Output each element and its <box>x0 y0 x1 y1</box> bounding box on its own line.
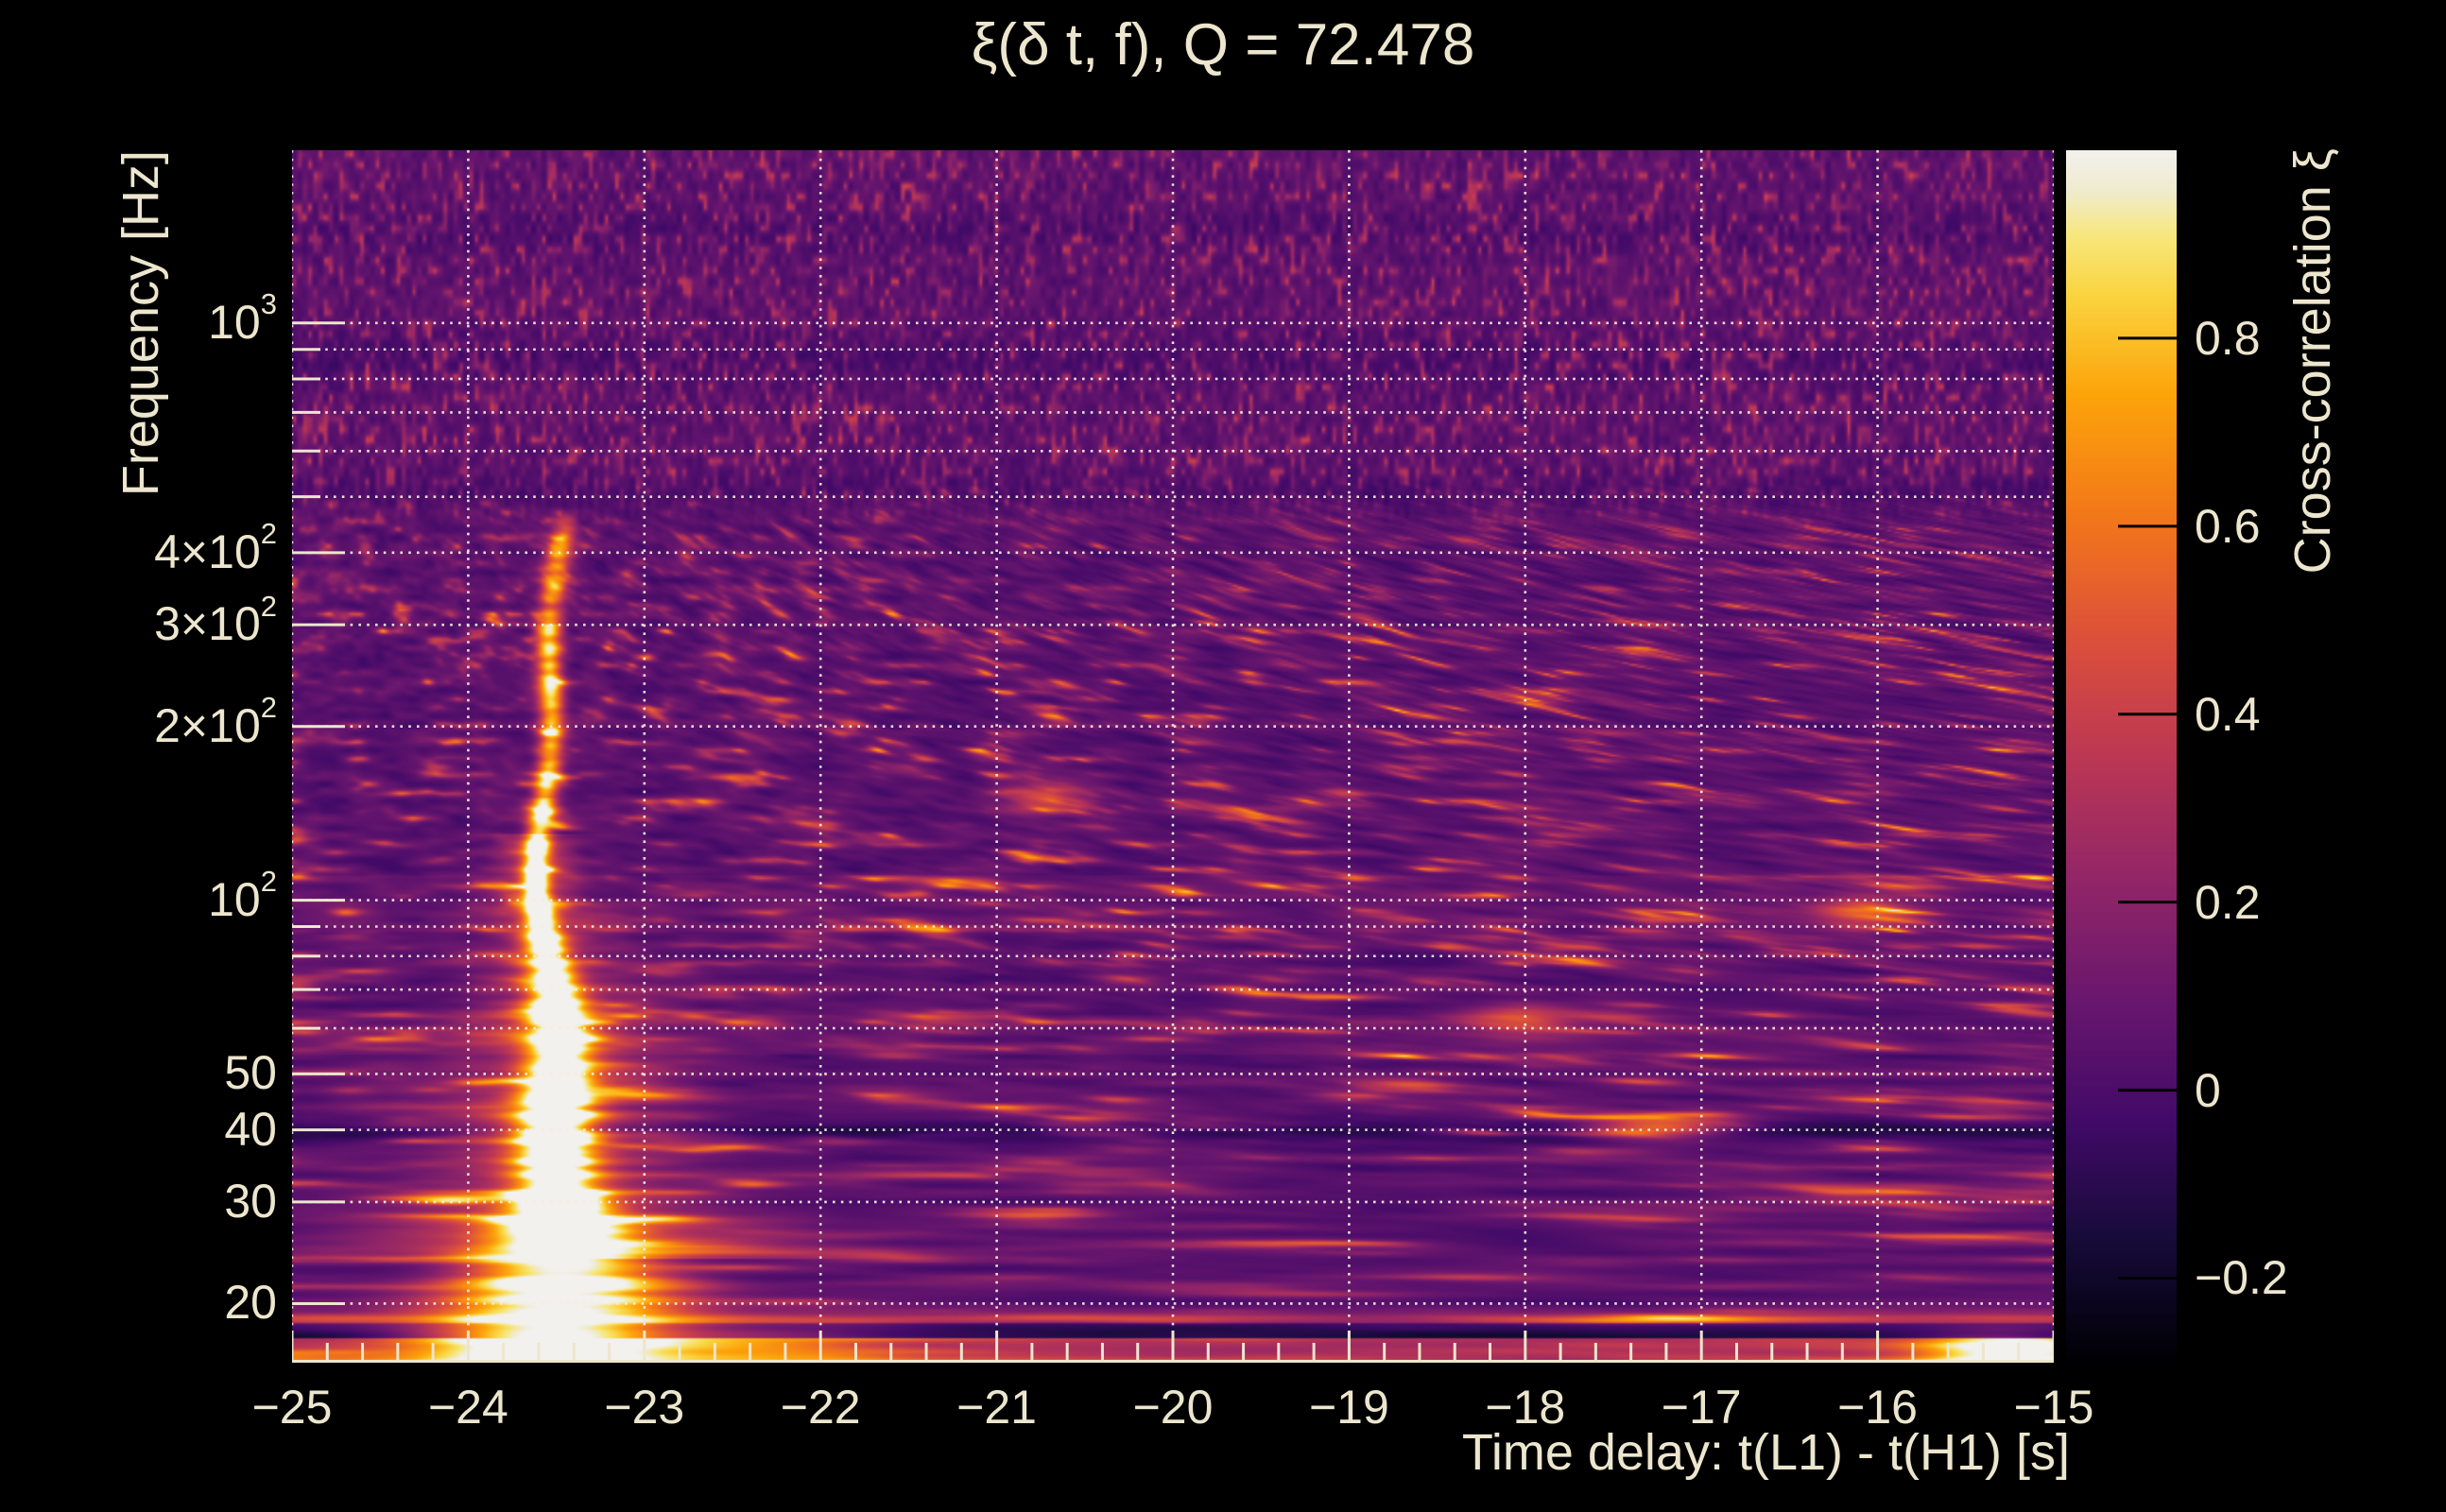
x-tick-label: −21 <box>956 1380 1037 1435</box>
x-tick-label: −23 <box>604 1380 684 1435</box>
chart-title: ξ(δ t, f), Q = 72.478 <box>972 11 1475 78</box>
y-axis-title: Frequency [Hz] <box>112 150 170 496</box>
y-tick-label: 4×102 <box>154 527 277 576</box>
y-tick-label: 50 <box>224 1048 277 1097</box>
colorbar-tick-label: 0.8 <box>2195 314 2261 363</box>
y-tick-label: 40 <box>224 1105 277 1154</box>
x-tick-label: −24 <box>428 1380 508 1435</box>
heatmap-canvas <box>292 150 2054 1363</box>
y-tick-label: 20 <box>224 1278 277 1327</box>
x-tick-label: −25 <box>252 1380 333 1435</box>
x-tick-label: −19 <box>1309 1380 1389 1435</box>
x-tick-label: −20 <box>1133 1380 1214 1435</box>
x-tick-label: −18 <box>1485 1380 1565 1435</box>
colorbar-title: Cross-correlation ξ <box>2283 148 2342 574</box>
y-tick-label: 2×102 <box>154 701 277 750</box>
y-tick-label: 30 <box>224 1177 277 1226</box>
colorbar-tick-label: 0.2 <box>2195 878 2261 927</box>
colorbar-tick-label: 0.6 <box>2195 502 2261 551</box>
x-tick-label: −16 <box>1837 1380 1918 1435</box>
y-tick-label: 102 <box>208 875 277 924</box>
colorbar-canvas <box>2066 150 2177 1363</box>
colorbar-tick-label: −0.2 <box>2195 1253 2288 1302</box>
colorbar-tick-label: 0 <box>2195 1066 2221 1115</box>
colorbar-tick-label: 0.4 <box>2195 690 2261 739</box>
colorbar <box>2066 150 2177 1363</box>
y-tick-label: 103 <box>208 298 277 347</box>
plot-area <box>292 150 2054 1363</box>
y-tick-label: 3×102 <box>154 599 277 648</box>
x-tick-label: −15 <box>2014 1380 2094 1435</box>
x-tick-label: −22 <box>781 1380 861 1435</box>
x-tick-label: −17 <box>1662 1380 1742 1435</box>
